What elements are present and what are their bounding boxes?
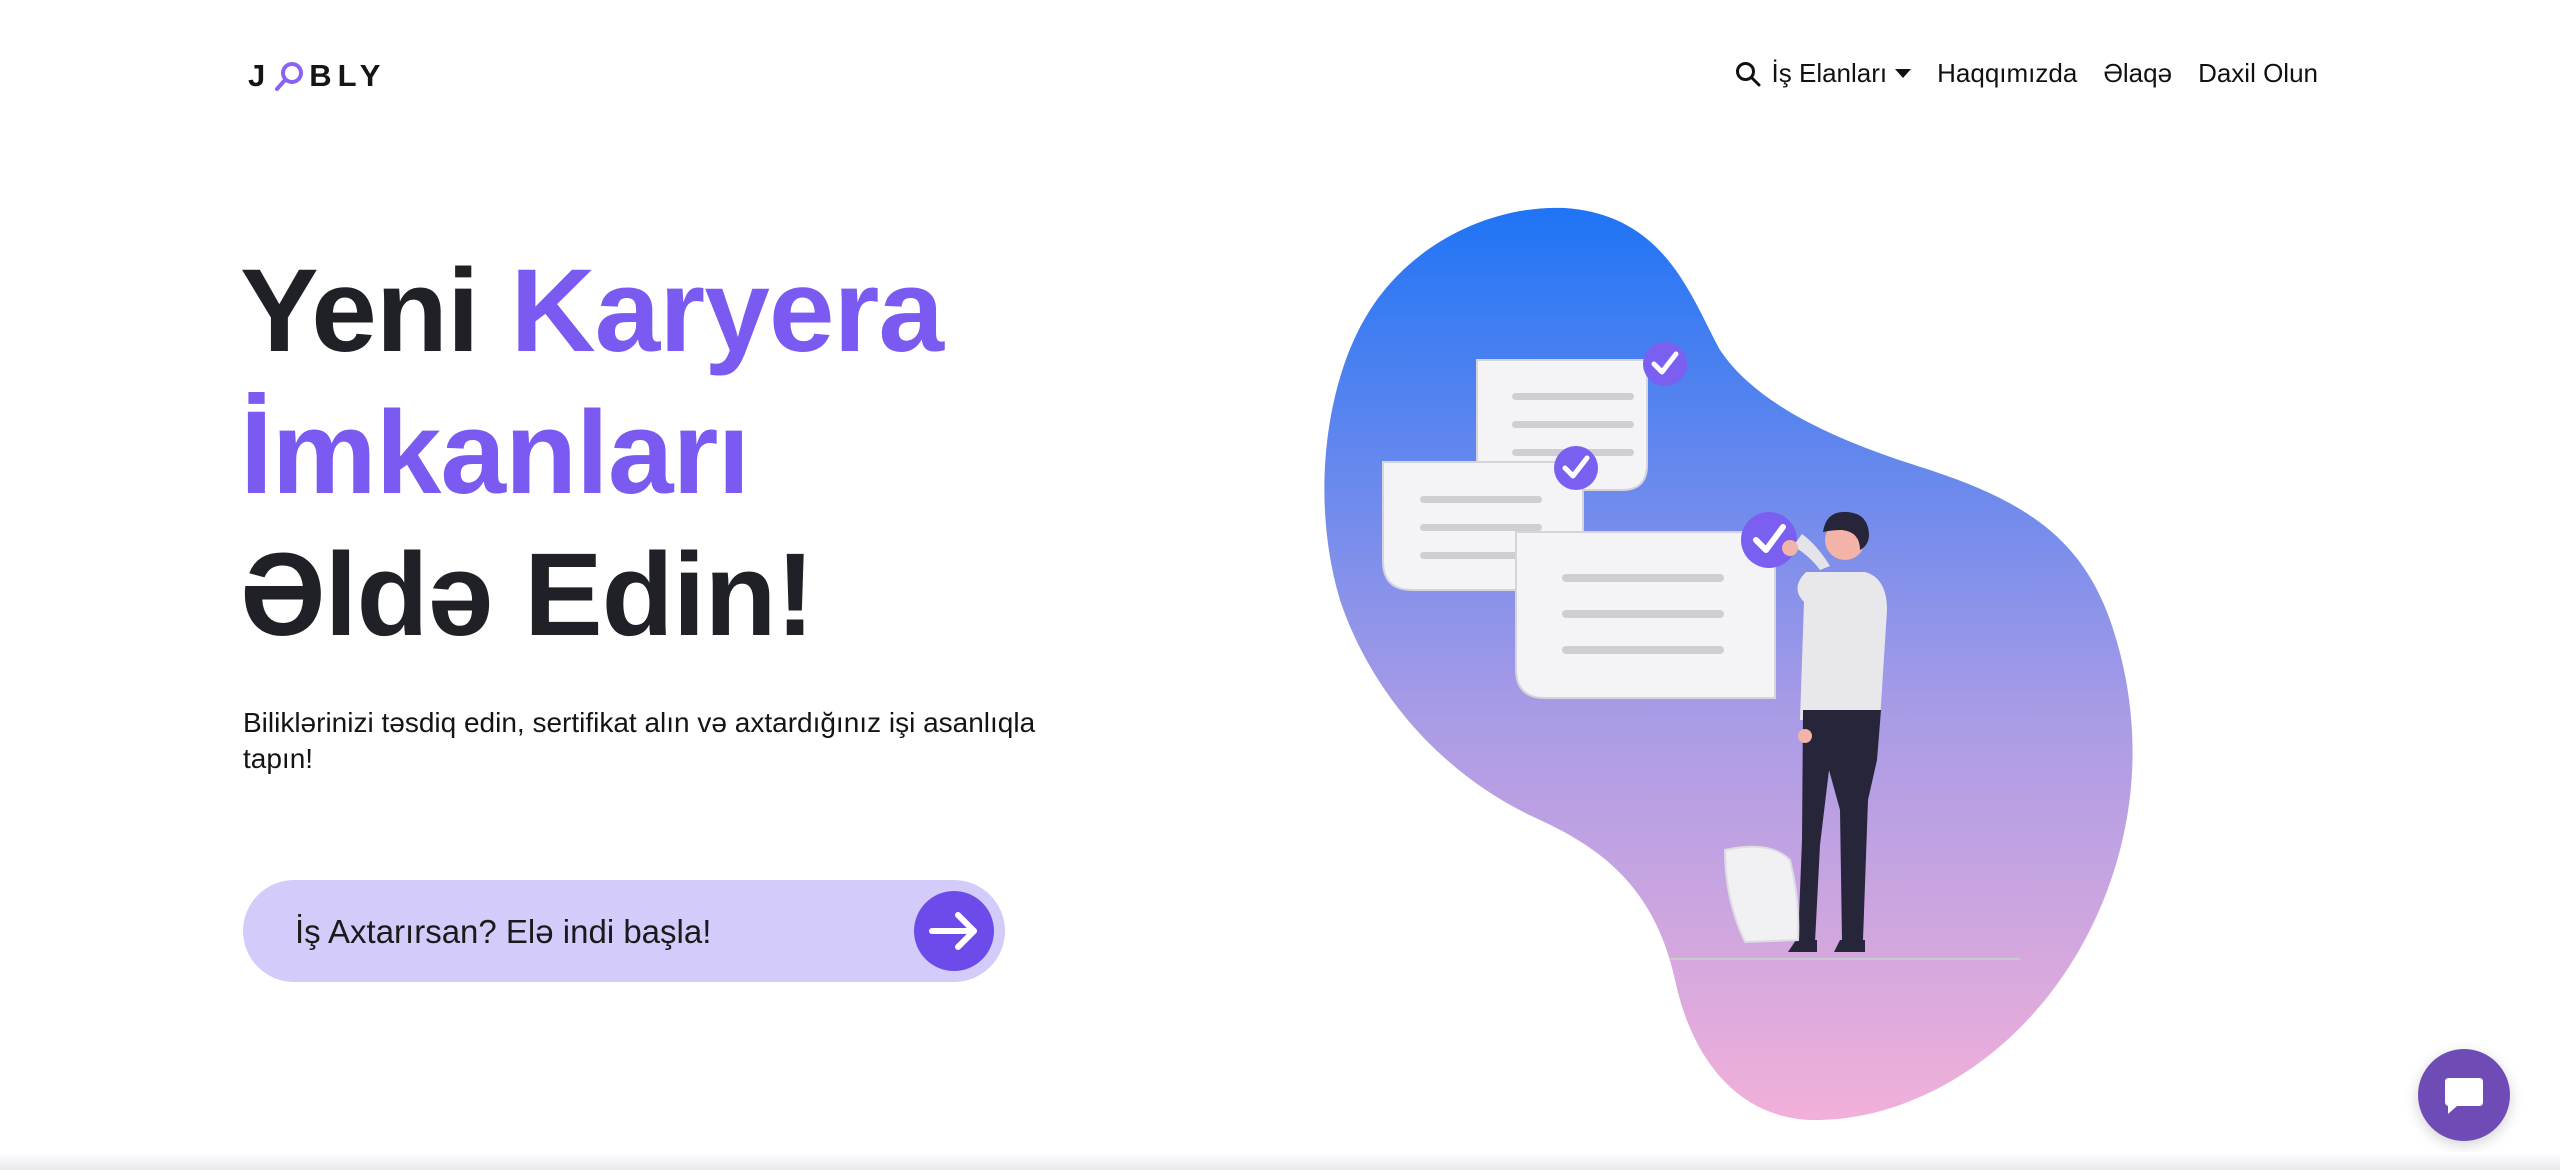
hero-title-word-career: Karyera xyxy=(510,245,944,377)
check-badge-icon-2 xyxy=(1554,446,1598,490)
nav-jobs-dropdown[interactable]: İş Elanları xyxy=(1734,58,1912,89)
document-card-main xyxy=(1515,531,1776,699)
nav-about-link[interactable]: Haqqımızda xyxy=(1937,58,2077,89)
hero-title-line-3: Əldə Edin! xyxy=(240,529,815,661)
page-bottom-edge xyxy=(0,1152,2560,1170)
hero-title-word-new: Yeni xyxy=(240,245,511,377)
check-badge-icon-3 xyxy=(1741,512,1797,568)
arrow-right-icon[interactable] xyxy=(914,891,994,971)
magnifier-logo-icon xyxy=(273,59,307,93)
nav-login-link[interactable]: Daxil Olun xyxy=(2198,58,2318,89)
main-nav: İş Elanları Haqqımızda Əlaqə Daxil Olun xyxy=(1734,58,2318,89)
hero-title-line-1: Yeni Karyera xyxy=(240,240,944,382)
cta-label: İş Axtarırsan? Elə indi başla! xyxy=(295,913,712,950)
logo-letter-j: J xyxy=(248,58,272,93)
chat-bubble-icon xyxy=(2445,1078,2483,1114)
job-search-cta-button[interactable]: İş Axtarırsan? Elə indi başla! xyxy=(243,880,1005,982)
hero-title: Yeni Karyera İmkanları Əldə Edin! xyxy=(240,240,944,666)
logo[interactable]: J BLY xyxy=(248,58,386,94)
check-badge-icon-1 xyxy=(1643,342,1687,386)
search-icon xyxy=(1735,61,1761,86)
nav-contact-link[interactable]: Əlaqə xyxy=(2103,58,2172,89)
caret-down-icon xyxy=(1895,69,1912,78)
nav-jobs-label: İş Elanları xyxy=(1771,58,1888,88)
hero-title-line-2: İmkanları xyxy=(240,387,750,519)
navbar: J BLY İş Elanları Haqqımızda Əlaqə Daxil… xyxy=(0,0,2560,150)
hero-illustration xyxy=(1320,200,2140,1135)
hero-subtitle: Biliklərinizi təsdiq edin, sertifikat al… xyxy=(243,707,1036,774)
chat-button[interactable] xyxy=(2418,1049,2510,1141)
logo-letters: BLY xyxy=(309,58,387,93)
